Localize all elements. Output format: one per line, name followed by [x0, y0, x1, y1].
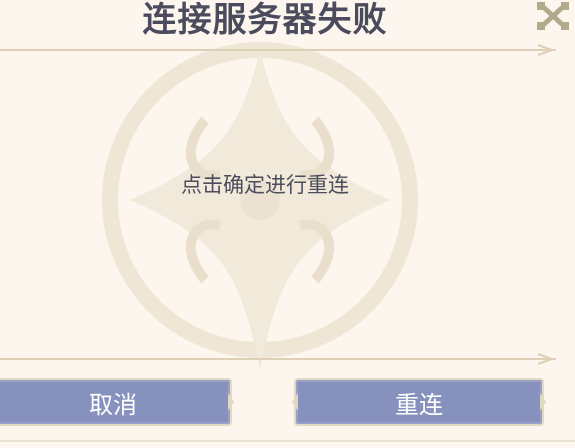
reconnect-button-label: 重连 [395, 390, 443, 419]
reconnect-button[interactable]: 重连 [292, 378, 546, 426]
button-cap-icon [540, 393, 546, 411]
bottom-divider [0, 353, 556, 365]
close-icon[interactable] [535, 0, 571, 32]
dialog-title: 连接服务器失败 [142, 0, 388, 40]
dialog-message: 点击确定进行重连 [181, 173, 349, 197]
cancel-button[interactable]: 取消 [0, 378, 234, 426]
reconnect-dialog: 连接服务器失败 点击确定进行重连 取消 重连 [0, 0, 575, 448]
top-divider [0, 44, 556, 56]
cancel-button-label: 取消 [89, 390, 137, 419]
button-cap-icon [228, 393, 234, 411]
button-cap-icon [292, 393, 298, 411]
dialog-bottom-border [0, 440, 575, 442]
compass-star-emblem-icon [102, 42, 418, 370]
